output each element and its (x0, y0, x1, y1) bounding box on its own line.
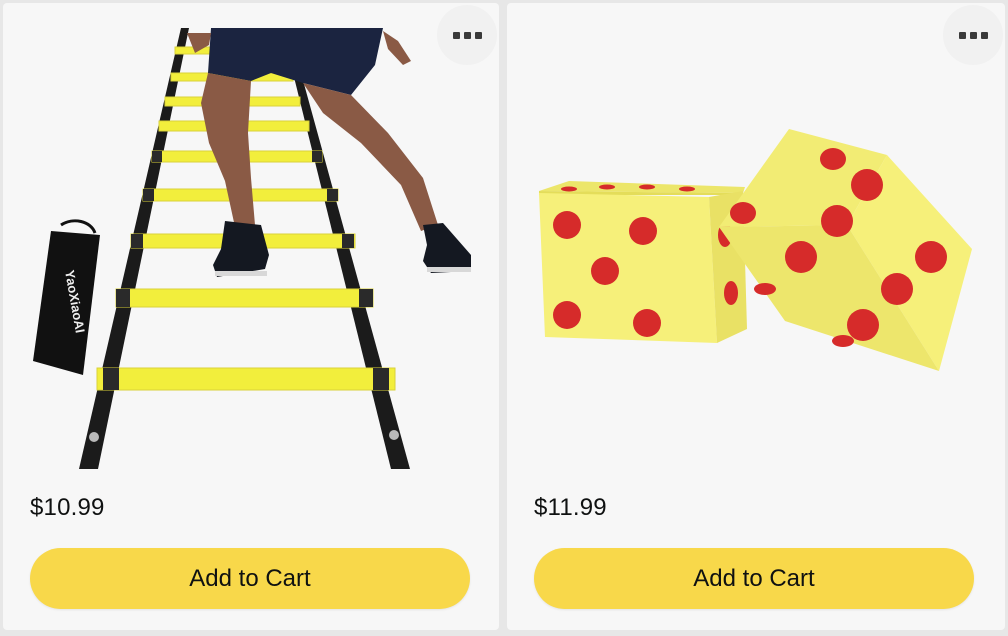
add-to-cart-button[interactable]: Add to Cart (30, 548, 470, 609)
more-options-icon (958, 31, 966, 39)
product-price: $11.99 (534, 494, 607, 521)
more-options-icon-dot (474, 31, 482, 39)
more-options-button[interactable] (437, 5, 497, 65)
more-options-button[interactable] (943, 5, 1003, 65)
add-to-cart-button[interactable]: Add to Cart (534, 548, 974, 609)
product-image[interactable]: YaoXiaoAI (3, 3, 499, 473)
product-price: $10.99 (30, 494, 105, 521)
product-card[interactable]: YaoXiaoAI $10.99 Add to Cart (3, 3, 499, 630)
more-options-icon (452, 31, 460, 39)
product-card[interactable]: $11.99 Add to Cart (507, 3, 1005, 630)
more-options-icon-dot (463, 31, 471, 39)
product-image[interactable] (507, 3, 1005, 473)
more-options-icon-dot (969, 31, 977, 39)
more-options-icon-dot (980, 31, 988, 39)
